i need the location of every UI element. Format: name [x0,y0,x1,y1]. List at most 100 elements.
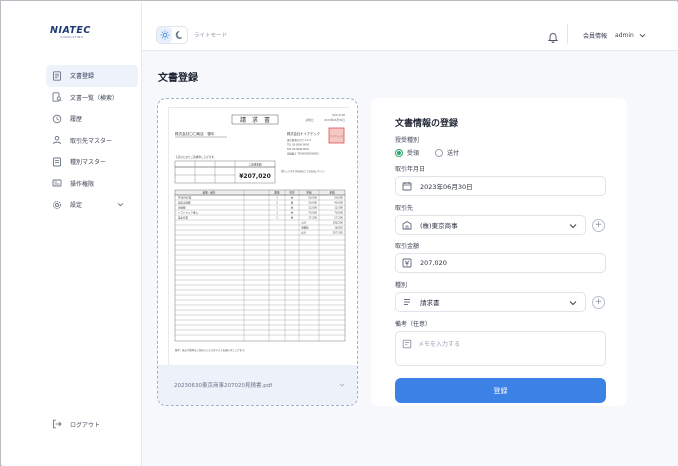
row-name: PC保守作業 [178,196,192,200]
col-header: 単価 [306,191,312,195]
doc-issuer-line: FAX 03-0000-0001 [287,148,310,151]
chevron-down-icon [339,382,345,388]
doc-issuer: 株式会社ナイアテック [287,131,320,136]
kind-label: 種別 [395,282,408,289]
main-content: 文書登録 請 求 書 R00-2106 請求日： 2023年06月30日 株式会… [142,51,678,466]
amount-field[interactable]: 207,020 [395,253,606,273]
category-icon [51,156,62,167]
document-preview: 請 求 書 R00-2106 請求日： 2023年06月30日 株式会社〇〇商店… [168,107,350,366]
partner-value: (株)東京商事 [420,222,458,230]
logout-button[interactable]: ログアウト [52,419,100,429]
chevron-down-icon [117,201,124,208]
sidebar-item-label: 文書登録 [70,73,95,81]
calendar-icon [402,181,412,191]
transaction-date-field[interactable]: 2023年06月30日 [395,176,606,196]
sidebar-item-label: 文書一覧（検索） [70,94,119,102]
gear-icon [51,199,62,210]
radio-sent-label: 送付 [447,150,460,157]
radio-received[interactable]: 受領 [395,148,419,157]
document-dropzone[interactable]: 請 求 書 R00-2106 請求日： 2023年06月30日 株式会社〇〇商店… [157,98,358,406]
type-label: 授受種別 [395,137,420,144]
add-kind-button[interactable]: + [592,296,605,309]
transfer-type-radio-group: 受領 送付 [395,148,475,157]
sidebar-nav: 文書登録 文書一覧（検索） 履歴 取引先マスター 種別マスター 操作権限 設定 [46,65,138,216]
form-title: 文書情報の登録 [395,119,459,129]
date-label: 取引年月日 [395,166,426,173]
sidebar-item-history[interactable]: 履歴 [46,108,138,130]
file-name: 20230630東京商事207020見積書.pdf [174,383,273,389]
amount-value: 207,020 [420,259,447,267]
yen-icon [402,258,412,268]
chevron-down-icon [639,32,646,39]
file-name-bar[interactable]: 20230630東京商事207020見積書.pdf [158,365,357,405]
doc-date-label: 請求日： [306,118,316,122]
doc-client: 株式会社〇〇商店 御中 [175,131,215,136]
radio-received-control[interactable] [395,148,403,157]
row-price: 20,000 [308,201,317,205]
moon-icon[interactable] [172,27,187,43]
chevron-down-icon [569,299,577,307]
total-label: 合計 [301,231,307,235]
theme-toggle[interactable] [156,26,188,44]
invoice-preview-image: 請 求 書 R00-2106 請求日： 2023年06月30日 株式会社〇〇商店… [169,108,350,366]
radio-sent-control[interactable] [435,148,444,157]
due-note: 恐れ入りますがお振込にてお支払い下さい [281,169,325,173]
col-header: 数量 [274,191,280,195]
bell-icon[interactable] [547,28,559,43]
doc-footer-note: 備考：振込手数料はご負担いただきますようお願い申し上げます。 [175,348,246,352]
memo-label: 備考（任意） [395,321,432,328]
subtotal-label: 小計 [301,221,307,225]
list-icon [402,297,412,307]
sidebar-item-label: 設定 [70,202,83,210]
memo-input[interactable]: メモを入力する [395,331,606,366]
sidebar-item-label: 種別マスター [70,159,107,167]
doc-date: 2023年06月30日 [324,118,345,122]
row-price: 12,000 [308,206,317,210]
kind-select[interactable]: 請求書 [395,292,586,312]
doc-no: R00-2106 [332,113,345,117]
document-add-icon [51,70,62,81]
page-title: 文書登録 [158,73,198,84]
divider [567,24,568,44]
register-button[interactable]: 登録 [395,378,606,403]
amount-label: 取引金額 [395,243,420,250]
user-label: 会員情報 [583,33,608,40]
row-amount: 50,000 [334,196,343,200]
app-window: NIATEC CONSULTING 文書登録 文書一覧（検索） 履歴 取引先マス… [0,0,678,466]
sidebar-item-partner-master[interactable]: 取引先マスター [46,130,138,152]
document-search-icon [51,92,62,103]
sidebar: NIATEC CONSULTING 文書登録 文書一覧（検索） 履歴 取引先マス… [2,2,142,466]
col-header: 品番・品名 [203,191,216,195]
permission-icon [51,178,62,189]
row-price: 17,200 [308,216,317,220]
doc-issuer-line: 登録番号 T0000000000000 [287,152,319,156]
user-menu[interactable]: 会員情報 admin [583,31,646,40]
partner-icon [51,135,62,146]
chevron-down-icon [569,222,577,230]
sidebar-item-document-list[interactable]: 文書一覧（検索） [46,87,138,109]
row-amount: 17,200 [334,216,343,220]
radio-sent[interactable]: 送付 [435,148,459,157]
add-partner-button[interactable]: + [592,219,605,232]
sidebar-item-label: 履歴 [70,116,83,124]
amount-value: ¥207,020 [239,173,271,180]
sun-icon[interactable] [157,27,172,43]
partner-label: 取引先 [395,205,414,212]
sidebar-item-document-register[interactable]: 文書登録 [46,65,138,87]
sidebar-item-category-master[interactable]: 種別マスター [46,151,138,173]
user-name: admin [615,32,634,39]
sidebar-item-label: 取引先マスター [70,137,113,145]
sidebar-item-settings[interactable]: 設定 [46,194,138,216]
subtotal-value: 188,200 [333,221,344,225]
doc-greeting: 下記のとおりご請求申し上げます。 [175,155,216,159]
partner-select[interactable]: (株)東京商事 [395,215,586,235]
row-name: 出張費 [178,206,186,210]
tax-label: 消費税 [301,226,309,230]
row-name: 設定作業 [178,216,189,220]
logout-icon [52,419,62,429]
sidebar-item-permissions[interactable]: 操作権限 [46,173,138,195]
total-value: 207,020 [333,231,344,235]
logo-text: NIATEC [50,25,91,36]
memo-placeholder: メモを入力する [418,341,461,348]
stamp-text: ナイアテック [330,134,343,138]
